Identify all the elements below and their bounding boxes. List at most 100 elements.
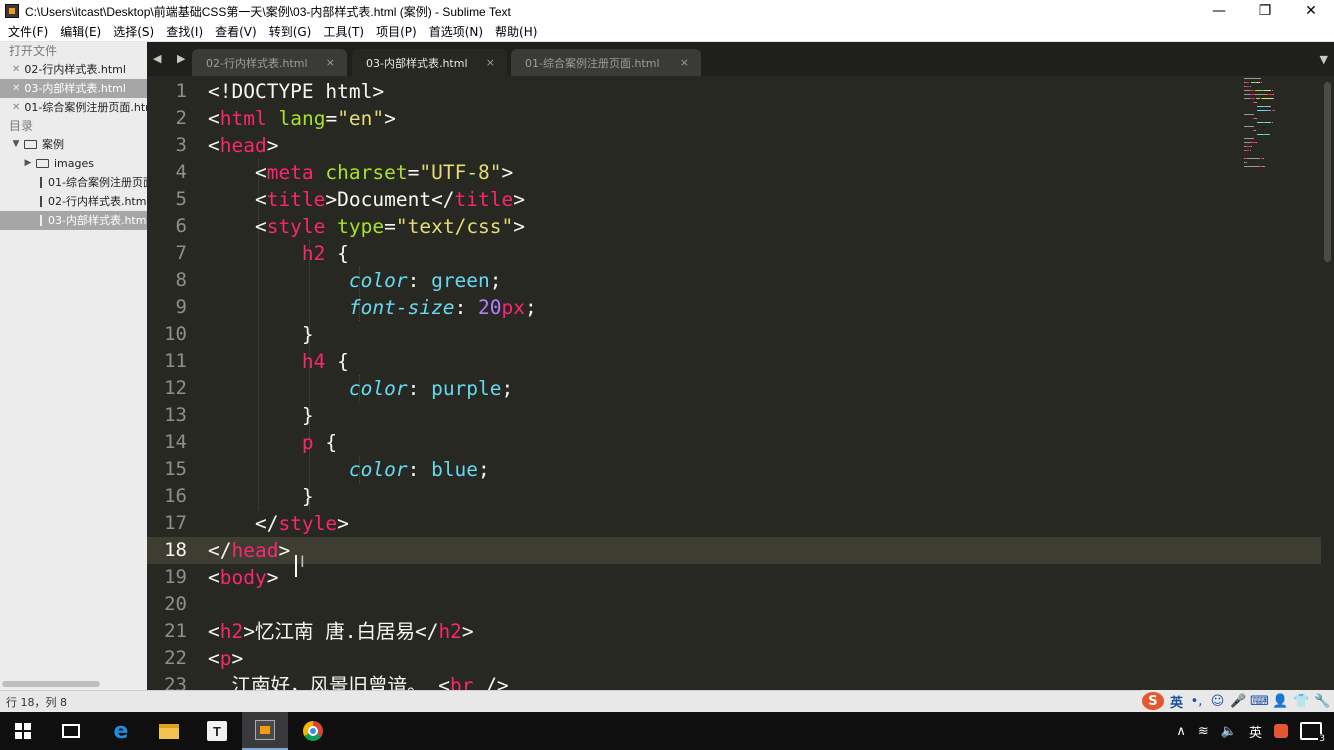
- code-token: "UTF-8": [419, 161, 502, 184]
- code-token: >: [337, 512, 349, 535]
- code-line[interactable]: <!DOCTYPE html>: [208, 78, 384, 105]
- wifi-icon[interactable]: ≋: [1198, 724, 1209, 739]
- code-editor[interactable]: 1 2 3 4 5 6 7 8 9 10 11 12 13 14 15 16 17 18 19 20 21 22 23 <!…: [147, 76, 1321, 690]
- open-file-item[interactable]: ✕ 02-行内样式表.html: [0, 60, 147, 79]
- expanded-triangle-icon[interactable]: ▼: [10, 135, 22, 154]
- code-line[interactable]: <meta charset="UTF-8">: [208, 159, 513, 186]
- language-indicator[interactable]: 英: [1249, 722, 1262, 741]
- code-token: :: [407, 377, 432, 400]
- tab-nav-arrows-icon[interactable]: ◀ ▶: [153, 52, 191, 65]
- minimap-line: [1262, 158, 1264, 159]
- menu-preferences[interactable]: 首选项(N): [423, 23, 489, 40]
- menu-selection[interactable]: 选择(S): [107, 23, 160, 40]
- code-line[interactable]: </head>: [208, 537, 290, 564]
- code-line[interactable]: <style type="text/css">: [208, 213, 525, 240]
- minimap[interactable]: [1244, 76, 1324, 186]
- code-line[interactable]: </style>: [208, 510, 349, 537]
- keyboard-icon[interactable]: ⌨: [1250, 694, 1269, 709]
- settings-wrench-icon[interactable]: 🔧: [1314, 694, 1330, 709]
- code-line[interactable]: font-size: 20px;: [208, 294, 537, 321]
- typora-button[interactable]: T: [194, 712, 240, 750]
- collapsed-triangle-icon[interactable]: ▶: [22, 154, 34, 173]
- start-button[interactable]: [0, 712, 46, 750]
- maximize-button[interactable]: ❐: [1242, 0, 1288, 22]
- scrollbar-thumb[interactable]: [1324, 82, 1331, 262]
- notification-center-icon[interactable]: 3: [1300, 722, 1326, 744]
- tab-02-inline-styles[interactable]: 02-行内样式表.html ×: [192, 49, 347, 76]
- code-line[interactable]: }: [208, 483, 314, 510]
- code-line[interactable]: color: purple;: [208, 375, 513, 402]
- code-token: >: [513, 215, 526, 238]
- microphone-icon[interactable]: 🎤: [1230, 694, 1246, 709]
- minimap-line: [1263, 90, 1272, 91]
- menu-find[interactable]: 查找(I): [160, 23, 209, 40]
- emoji-icon[interactable]: ☺: [1210, 694, 1225, 709]
- code-line[interactable]: <p>: [208, 645, 243, 672]
- open-file-item[interactable]: ✕ 01-综合案例注册页面.html: [0, 98, 147, 117]
- code-token: 20: [478, 296, 502, 319]
- menu-goto[interactable]: 转到(G): [263, 23, 318, 40]
- code-line[interactable]: <h2>忆江南 唐.白居易</h2>: [208, 618, 474, 645]
- tab-label: 03-内部样式表.html: [366, 56, 468, 70]
- punctuation-icon[interactable]: •,: [1189, 694, 1204, 709]
- menu-tools[interactable]: 工具(T): [317, 23, 370, 40]
- vertical-scrollbar[interactable]: [1321, 76, 1334, 690]
- sidebar-horizontal-scrollbar[interactable]: [2, 681, 100, 687]
- code-line[interactable]: }: [208, 402, 314, 429]
- skin-icon[interactable]: 👕: [1293, 694, 1309, 709]
- code-line[interactable]: color: blue;: [208, 456, 490, 483]
- code-line[interactable]: color: green;: [208, 267, 502, 294]
- tab-close-icon[interactable]: ×: [680, 56, 689, 69]
- sublime-taskbar-button[interactable]: [242, 712, 288, 750]
- code-line[interactable]: h4 {: [208, 348, 349, 375]
- code-token: h4: [301, 350, 326, 373]
- tab-close-icon[interactable]: ×: [486, 56, 495, 69]
- user-icon[interactable]: 👤: [1272, 694, 1288, 709]
- folder-row[interactable]: ▼ 案例: [0, 135, 147, 154]
- code-line[interactable]: <html lang="en">: [208, 105, 396, 132]
- close-button[interactable]: ✕: [1288, 0, 1334, 22]
- file-row-active[interactable]: 03-内部样式表.html: [0, 211, 147, 230]
- sogou-logo-icon[interactable]: S: [1141, 692, 1164, 710]
- file-explorer-button[interactable]: [146, 712, 192, 750]
- ime-mode-toggle[interactable]: 英: [1170, 692, 1183, 711]
- volume-icon[interactable]: 🔈: [1221, 724, 1237, 739]
- menu-project[interactable]: 项目(P): [370, 23, 423, 40]
- sogou-tray-icon[interactable]: [1274, 724, 1288, 738]
- code-token: :: [407, 269, 432, 292]
- minimap-line: [1255, 90, 1263, 91]
- tab-03-internal-styles[interactable]: 03-内部样式表.html ×: [352, 49, 507, 76]
- code-token: meta: [266, 161, 314, 184]
- cursor-position: 行 18，列 8: [6, 696, 67, 709]
- tab-01-register-page[interactable]: 01-综合案例注册页面.html ×: [511, 49, 701, 76]
- close-icon[interactable]: ✕: [12, 79, 20, 98]
- menu-edit[interactable]: 编辑(E): [54, 23, 107, 40]
- task-view-button[interactable]: [48, 712, 94, 750]
- folder-label: images: [54, 157, 94, 170]
- close-icon[interactable]: ✕: [12, 98, 20, 117]
- code-line[interactable]: <body>: [208, 564, 278, 591]
- minimize-button[interactable]: —: [1196, 0, 1242, 22]
- code-token: >: [231, 647, 244, 670]
- code-line[interactable]: }: [208, 321, 314, 348]
- code-line[interactable]: <title>Document</title>: [208, 186, 525, 213]
- folder-row[interactable]: ▶ images: [0, 154, 147, 173]
- code-line[interactable]: h2 {: [208, 240, 349, 267]
- code-line[interactable]: p {: [208, 429, 337, 456]
- menu-help[interactable]: 帮助(H): [489, 23, 543, 40]
- menu-file[interactable]: 文件(F): [2, 23, 54, 40]
- file-row[interactable]: 02-行内样式表.html: [0, 192, 147, 211]
- code-line[interactable]: 江南好，风景旧曾谙。 <br />: [208, 672, 508, 690]
- menu-view[interactable]: 查看(V): [209, 23, 263, 40]
- close-icon[interactable]: ✕: [12, 60, 20, 79]
- chrome-button[interactable]: [290, 712, 336, 750]
- minimap-line: [1244, 126, 1254, 127]
- tab-close-icon[interactable]: ×: [326, 56, 335, 69]
- edge-button[interactable]: e: [98, 712, 144, 750]
- tab-list-dropdown-icon[interactable]: ▼: [1320, 53, 1328, 66]
- file-row[interactable]: 01-综合案例注册页面.html: [0, 173, 147, 192]
- open-file-item-active[interactable]: ✕ 03-内部样式表.html: [0, 79, 147, 98]
- show-hidden-icons-chevron-icon[interactable]: ∧: [1176, 724, 1186, 739]
- code-line[interactable]: <head>: [208, 132, 278, 159]
